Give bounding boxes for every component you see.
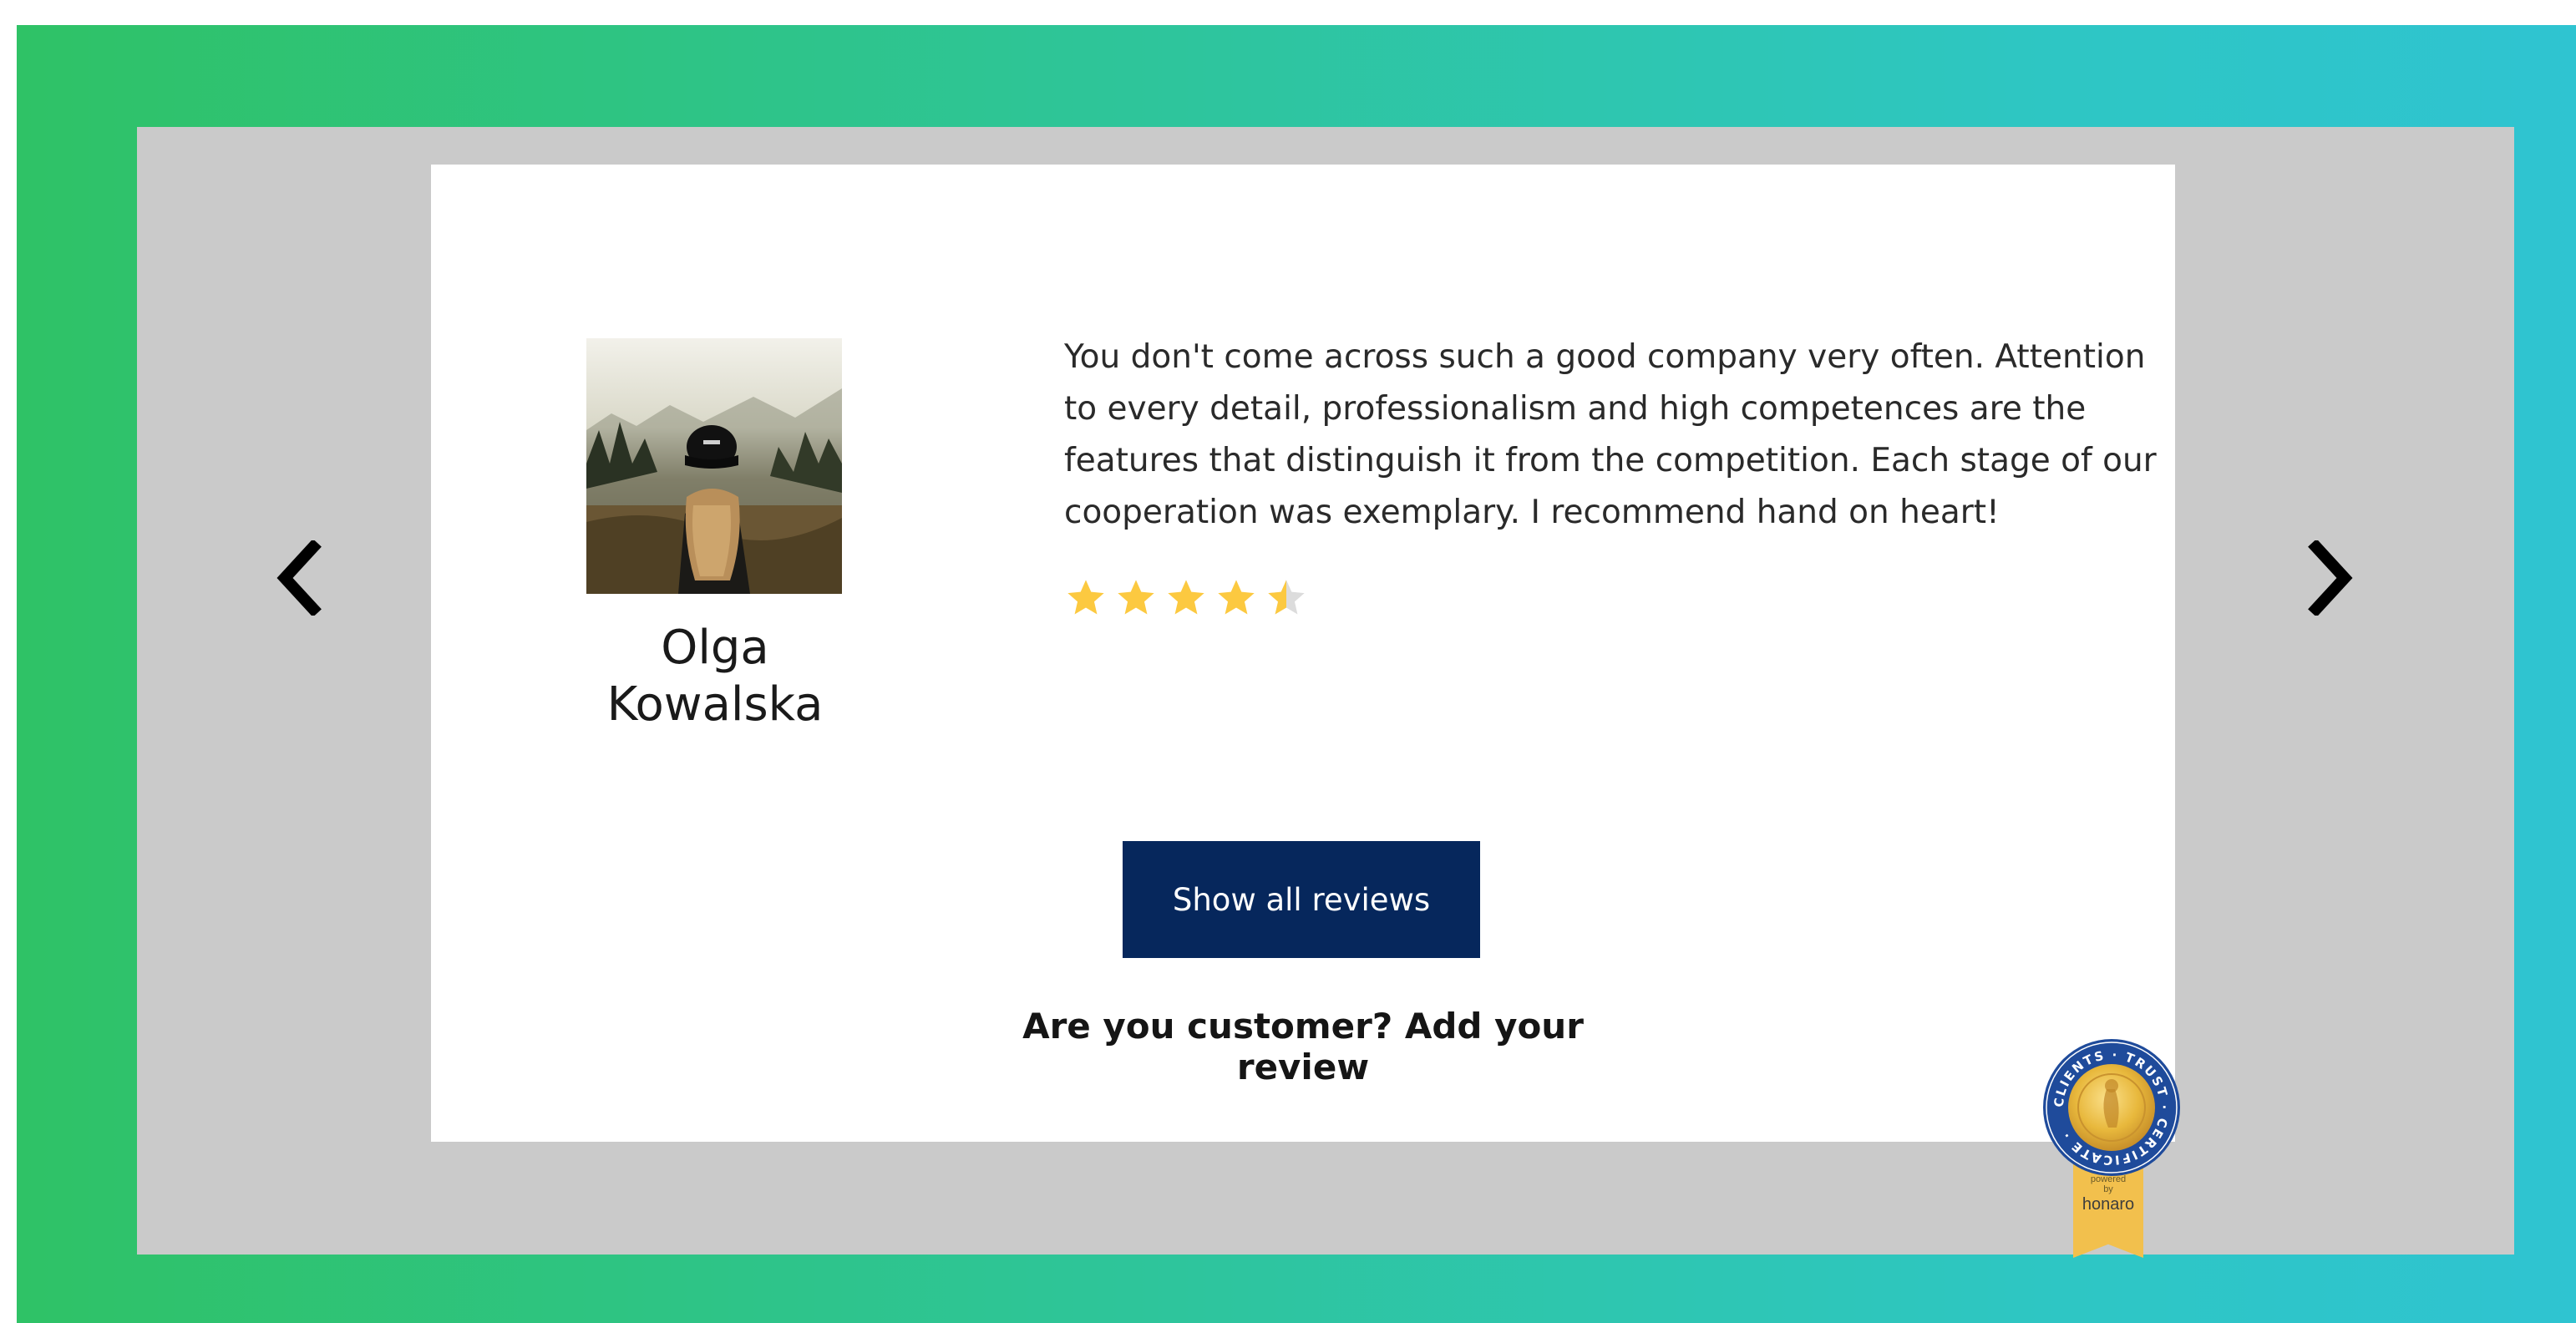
reviewer-name: Olga Kowalska xyxy=(606,621,824,732)
chevron-right-icon xyxy=(2308,540,2353,616)
next-review-button[interactable] xyxy=(2292,528,2367,628)
star-icon xyxy=(1118,580,1154,615)
star-icon xyxy=(1218,580,1255,615)
review-text: You don't come across such a good compan… xyxy=(1064,338,2157,531)
badge-by-text: by xyxy=(2103,1184,2113,1194)
chevron-left-icon xyxy=(276,540,322,616)
star-half-icon xyxy=(1268,580,1305,615)
reviews-widget: Olga Kowalska You don't come across such… xyxy=(137,127,2514,1258)
previous-review-button[interactable] xyxy=(262,528,337,628)
gradient-background: Olga Kowalska You don't come across such… xyxy=(17,25,2576,1323)
review-card: Olga Kowalska You don't come across such… xyxy=(431,165,2175,1142)
add-review-link[interactable]: Are you customer? Add your review xyxy=(999,1006,1607,1087)
show-all-reviews-button[interactable]: Show all reviews xyxy=(1123,841,1480,958)
avatar xyxy=(586,338,842,594)
trust-seal-icon: CLIENTS · TRUST · CERTIFICATE · xyxy=(2043,1039,2180,1176)
badge-brand-text: honaro xyxy=(2082,1195,2135,1214)
star-icon xyxy=(1067,580,1104,615)
star-icon xyxy=(1168,580,1204,615)
trust-certificate-badge[interactable]: powered by honaro CLIENTS · TRUST · CERT… xyxy=(2041,1037,2183,1263)
star-rating xyxy=(1064,576,1308,626)
